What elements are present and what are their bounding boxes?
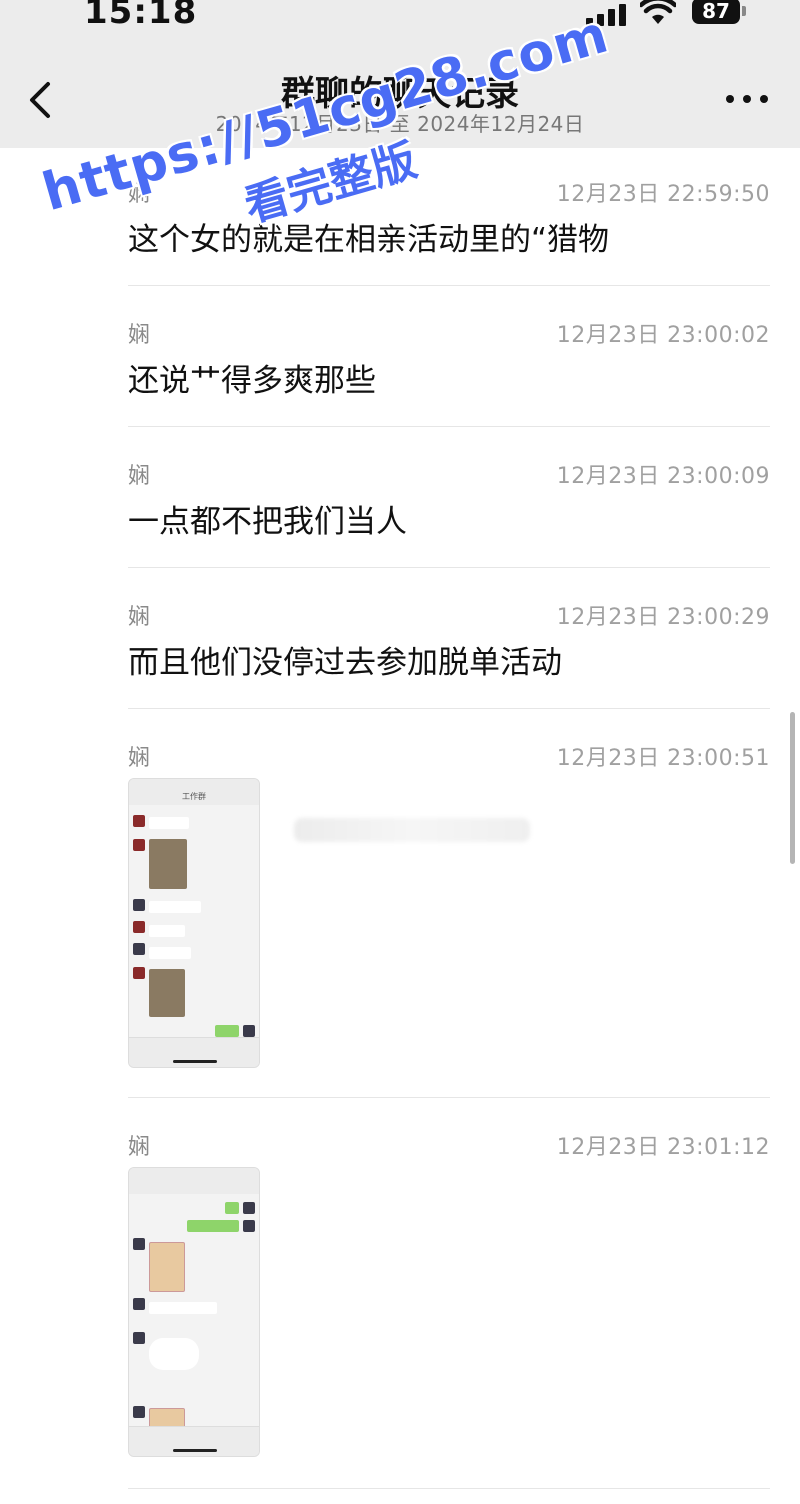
battery-icon: 87 xyxy=(692,0,746,26)
scrollbar[interactable] xyxy=(790,712,795,864)
message-text: 一点都不把我们当人 xyxy=(128,504,407,540)
message-item[interactable]: 娴 12月23日 23:00:02 还说艹得多爽那些 xyxy=(128,317,770,399)
message-time: 12月23日 23:00:51 xyxy=(556,746,770,771)
message-time: 12月23日 23:00:02 xyxy=(556,323,770,348)
date-range-subtitle: 2024年12月23日 至 2024年12月24日 xyxy=(215,112,585,136)
screenshot-thumbnail[interactable]: 工作群 xyxy=(128,778,260,1068)
wifi-icon xyxy=(640,0,676,24)
message-sender: 娴 xyxy=(128,323,151,348)
message-item[interactable]: 娴 12月23日 23:00:29 而且他们没停过去参加脱单活动 xyxy=(128,599,770,681)
divider xyxy=(128,1488,770,1489)
divider xyxy=(128,708,770,709)
message-sender: 娴 xyxy=(128,182,151,207)
status-time: 15:18 xyxy=(84,0,198,32)
message-sender: 娴 xyxy=(128,605,151,630)
message-text: 这个女的就是在相亲活动里的“猎物 xyxy=(128,222,610,258)
message-item[interactable]: 娴 12月23日 23:01:12 xyxy=(128,1129,770,1459)
message-time: 12月23日 23:00:29 xyxy=(556,605,770,630)
message-item[interactable]: 娴 12月23日 23:00:09 一点都不把我们当人 xyxy=(128,458,770,540)
screenshot-thumbnail[interactable] xyxy=(128,1167,260,1457)
message-sender: 娴 xyxy=(128,1135,151,1160)
message-text: 而且他们没停过去参加脱单活动 xyxy=(128,645,562,681)
divider xyxy=(128,567,770,568)
header: 15:18 87 群聊的聊天记录 2024年12月23日 至 2024年12月2… xyxy=(0,0,800,148)
message-time: 12月23日 23:00:09 xyxy=(556,464,770,489)
blurred-redaction xyxy=(294,818,530,842)
divider xyxy=(128,426,770,427)
signal-icon xyxy=(586,4,630,26)
divider xyxy=(128,285,770,286)
message-text: 还说艹得多爽那些 xyxy=(128,363,376,399)
message-item[interactable]: 娴 12月23日 23:00:51 工作群 xyxy=(128,740,770,1070)
thumbnail-title: 工作群 xyxy=(182,792,206,801)
battery-level: 87 xyxy=(692,0,740,24)
message-time: 12月23日 22:59:50 xyxy=(556,182,770,207)
message-sender: 娴 xyxy=(128,464,151,489)
message-time: 12月23日 23:01:12 xyxy=(556,1135,770,1160)
message-sender: 娴 xyxy=(128,746,151,771)
message-item[interactable]: 娴 12月23日 22:59:50 这个女的就是在相亲活动里的“猎物 xyxy=(128,176,770,258)
more-icon[interactable] xyxy=(722,90,772,110)
divider xyxy=(128,1097,770,1098)
